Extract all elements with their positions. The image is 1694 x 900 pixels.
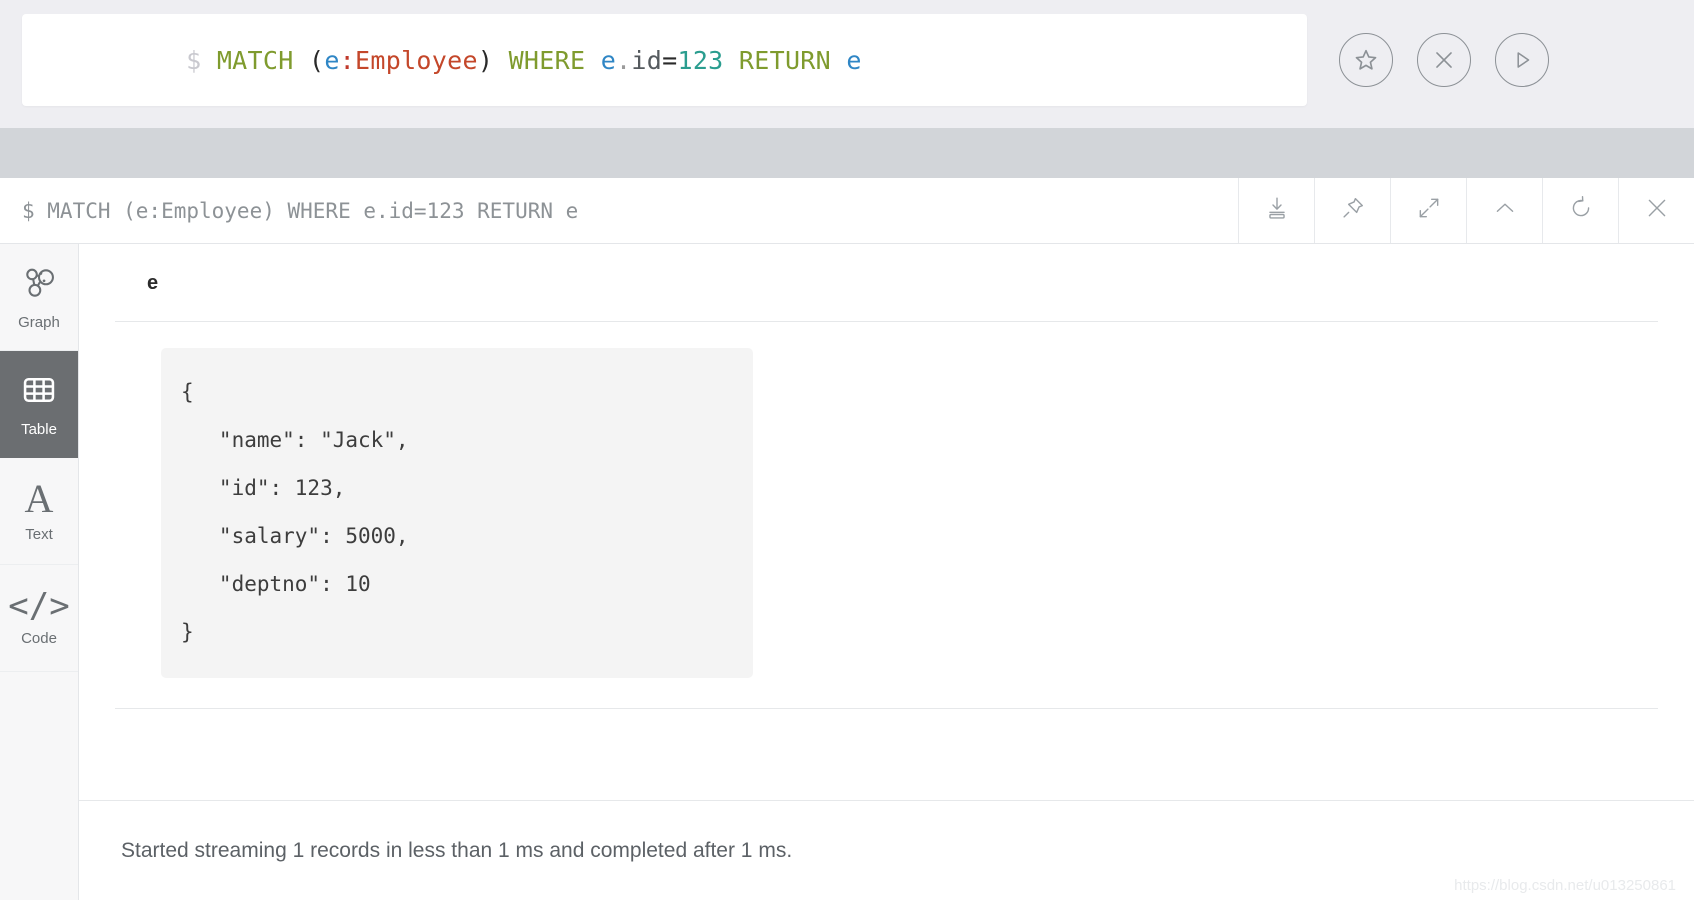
result-toolbar — [1238, 178, 1694, 243]
rerun-button[interactable] — [1542, 178, 1618, 243]
query-editor-input[interactable]: $ MATCH (e:Employee) WHERE e.id=123 RETU… — [22, 17, 862, 104]
download-button[interactable] — [1238, 178, 1314, 243]
pin-icon — [1340, 195, 1366, 226]
chevron-up-icon — [1492, 195, 1518, 226]
result-body: Graph Table A Text </> Code e {"name": … — [0, 244, 1694, 900]
close-result-button[interactable] — [1618, 178, 1694, 243]
sidebar-item-label: Code — [21, 630, 57, 647]
table-view-panel: e { "name": "Jack", "id": 123, "salary":… — [79, 244, 1694, 900]
json-line: { — [181, 380, 194, 404]
table-column-header: e — [115, 244, 1658, 322]
token-dot: . — [616, 45, 632, 75]
expand-icon — [1416, 195, 1442, 226]
query-editor-card[interactable]: $ MATCH (e:Employee) WHERE e.id=123 RETU… — [22, 14, 1307, 106]
pin-button[interactable] — [1314, 178, 1390, 243]
query-syntax-tokens: MATCH (e:Employee) WHERE e.id=123 RETURN… — [217, 46, 862, 75]
token-var: e — [846, 45, 862, 75]
table-scroll-region: e { "name": "Jack", "id": 123, "salary":… — [79, 244, 1694, 800]
download-icon — [1264, 195, 1290, 226]
token-keyword: MATCH — [216, 45, 294, 75]
token-number: 123 — [677, 45, 724, 75]
json-line: "salary": 5000, — [181, 524, 409, 548]
result-header: $ MATCH (e:Employee) WHERE e.id=123 RETU… — [0, 178, 1694, 244]
token-var: e — [324, 45, 340, 75]
close-icon — [1431, 47, 1457, 73]
view-mode-sidebar: Graph Table A Text </> Code — [0, 244, 79, 900]
sidebar-item-code[interactable]: </> Code — [0, 565, 78, 672]
result-frame: $ MATCH (e:Employee) WHERE e.id=123 RETU… — [0, 178, 1694, 900]
table-icon — [20, 371, 58, 414]
token-label: Employee — [355, 45, 478, 75]
graph-icon — [20, 264, 58, 307]
json-line: "id": 123, — [181, 476, 346, 500]
collapse-button[interactable] — [1466, 178, 1542, 243]
sidebar-item-label: Text — [25, 526, 53, 543]
editor-action-buttons — [1339, 14, 1549, 106]
sidebar-item-label: Graph — [18, 313, 60, 331]
text-icon: A — [24, 476, 54, 521]
token-var: e — [600, 45, 617, 75]
sidebar-item-table[interactable]: Table — [0, 351, 78, 458]
editor-area: $ MATCH (e:Employee) WHERE e.id=123 RETU… — [0, 0, 1694, 128]
token-paren: ( — [308, 45, 325, 75]
token-paren: ) — [477, 45, 494, 75]
close-icon — [1644, 195, 1670, 226]
prompt-symbol: $ — [186, 45, 202, 75]
json-line: } — [181, 620, 194, 644]
refresh-icon — [1568, 195, 1594, 226]
result-query-text: $ MATCH (e:Employee) WHERE e.id=123 RETU… — [22, 198, 579, 223]
star-icon — [1352, 46, 1380, 74]
code-icon: </> — [8, 586, 70, 626]
play-icon — [1509, 47, 1535, 73]
sidebar-item-label: Table — [21, 420, 57, 438]
run-query-button[interactable] — [1495, 33, 1549, 87]
status-message: Started streaming 1 records in less than… — [121, 838, 793, 862]
token-op: = — [662, 45, 678, 75]
token-keyword: WHERE — [508, 45, 586, 75]
json-line: "name": "Jack", — [181, 428, 409, 452]
result-status-bar: Started streaming 1 records in less than… — [79, 800, 1694, 900]
clear-editor-button[interactable] — [1417, 33, 1471, 87]
token-prop: id — [631, 45, 663, 75]
json-value-cell: { "name": "Jack", "id": 123, "salary": 5… — [161, 348, 753, 678]
token-keyword: RETURN — [738, 45, 831, 75]
sidebar-item-graph[interactable]: Graph — [0, 244, 78, 351]
favorite-button[interactable] — [1339, 33, 1393, 87]
json-line: "deptno": 10 — [181, 572, 371, 596]
watermark: https://blog.csdn.net/u013250861 — [1454, 877, 1676, 894]
fullscreen-button[interactable] — [1390, 178, 1466, 243]
table-row: { "name": "Jack", "id": 123, "salary": 5… — [115, 322, 1658, 709]
pane-separator — [0, 128, 1694, 178]
token-colon: : — [339, 45, 356, 75]
sidebar-item-text[interactable]: A Text — [0, 458, 78, 565]
